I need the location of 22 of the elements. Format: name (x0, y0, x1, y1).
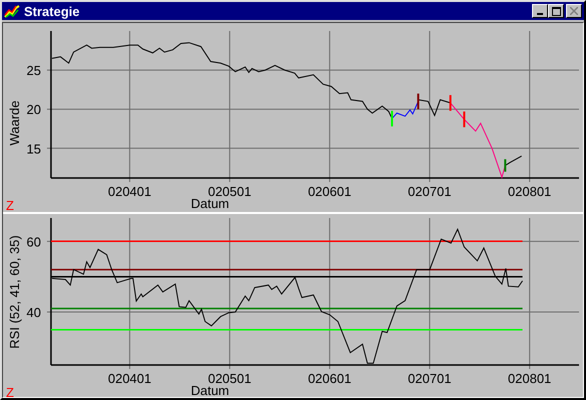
window-title: Strategie (24, 4, 81, 18)
y-tick-label: 15 (26, 141, 41, 156)
y-axis-title: Waarde (7, 100, 22, 146)
z-marker: Z (6, 385, 14, 397)
x-tick-label: 020801 (508, 371, 552, 386)
x-tick-label: 020601 (308, 184, 352, 199)
x-axis-title: Datum (190, 383, 230, 397)
x-axis-title: Datum (190, 196, 230, 211)
x-tick-label: 020701 (408, 371, 452, 386)
y-axis-title: RSI (52, 41, 60, 35) (7, 235, 22, 349)
x-tick-label: 020801 (508, 184, 552, 199)
y-tick-label: 20 (26, 102, 41, 118)
x-tick-label: 020601 (308, 371, 352, 386)
z-marker: Z (6, 198, 14, 212)
x-tick-label: 020501 (208, 371, 252, 386)
x-tick-label: 020701 (408, 184, 452, 199)
x-tick-label: 020501 (208, 184, 252, 199)
y-tick-label: 60 (26, 234, 41, 250)
x-tick-label: 020401 (108, 371, 152, 386)
y-tick-label: 25 (26, 63, 41, 78)
x-tick-label: 020401 (108, 184, 152, 199)
y-tick-label: 40 (26, 305, 41, 320)
